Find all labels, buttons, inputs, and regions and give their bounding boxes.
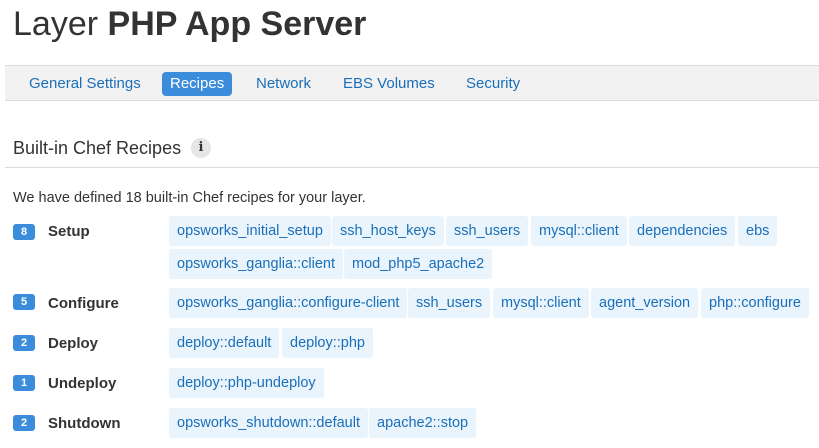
stage-count-badge-deploy: 2 bbox=[13, 335, 35, 351]
stage-count-badge-setup: 8 bbox=[13, 224, 35, 240]
stage-label-configure: Configure bbox=[48, 295, 119, 312]
stage-label-undeploy: Undeploy bbox=[48, 375, 117, 392]
page-title-prefix: Layer bbox=[13, 5, 99, 43]
tab-ebs-volumes[interactable]: EBS Volumes bbox=[335, 72, 443, 96]
section-description: We have defined 18 built-in Chef recipes… bbox=[13, 190, 366, 206]
layer-recipes-page: Layer PHP App Server General Settings Re… bbox=[0, 0, 819, 448]
recipe-chip[interactable]: ssh_users bbox=[446, 216, 529, 246]
recipe-chip[interactable]: apache2::stop bbox=[369, 408, 477, 438]
recipe-chip[interactable]: ssh_users bbox=[408, 288, 491, 318]
tab-bar: General Settings Recipes Network EBS Vol… bbox=[5, 65, 819, 101]
recipe-chip[interactable]: mysql::client bbox=[493, 288, 589, 318]
recipe-chip[interactable]: deploy::php bbox=[282, 328, 373, 358]
recipe-chip[interactable]: mysql::client bbox=[531, 216, 627, 246]
recipe-chip[interactable]: opsworks_ganglia::client bbox=[169, 249, 343, 279]
page-title: Layer PHP App Server bbox=[13, 2, 366, 46]
recipe-chip[interactable]: php::configure bbox=[701, 288, 809, 318]
recipe-chip[interactable]: opsworks_initial_setup bbox=[169, 216, 331, 246]
recipe-chip[interactable]: ssh_host_keys bbox=[332, 216, 444, 246]
stage-label-deploy: Deploy bbox=[48, 335, 99, 352]
stage-count-badge-configure: 5 bbox=[13, 294, 35, 310]
stage-count-badge-shutdown: 2 bbox=[13, 415, 35, 431]
page-title-layer-name: PHP App Server bbox=[107, 5, 367, 43]
section-title: Built-in Chef Recipes bbox=[13, 138, 182, 158]
recipe-chip[interactable]: deploy::php-undeploy bbox=[169, 368, 324, 398]
tab-security[interactable]: Security bbox=[458, 72, 528, 96]
tab-network[interactable]: Network bbox=[248, 72, 319, 96]
info-icon[interactable]: i bbox=[191, 138, 211, 158]
recipe-chip[interactable]: dependencies bbox=[629, 216, 736, 246]
stage-label-shutdown: Shutdown bbox=[48, 415, 121, 432]
recipe-chip[interactable]: opsworks_shutdown::default bbox=[169, 408, 368, 438]
tab-recipes[interactable]: Recipes bbox=[162, 72, 233, 96]
stage-label-setup: Setup bbox=[48, 223, 90, 240]
recipe-chip[interactable]: mod_php5_apache2 bbox=[344, 249, 493, 279]
recipe-chip[interactable]: deploy::default bbox=[169, 328, 280, 358]
tab-general-settings[interactable]: General Settings bbox=[21, 72, 149, 96]
recipe-chip[interactable]: ebs bbox=[738, 216, 778, 246]
recipe-chip[interactable]: agent_version bbox=[591, 288, 699, 318]
section-divider bbox=[5, 167, 819, 168]
recipe-chip[interactable]: opsworks_ganglia::configure-client bbox=[169, 288, 408, 318]
stage-count-badge-undeploy: 1 bbox=[13, 375, 35, 391]
